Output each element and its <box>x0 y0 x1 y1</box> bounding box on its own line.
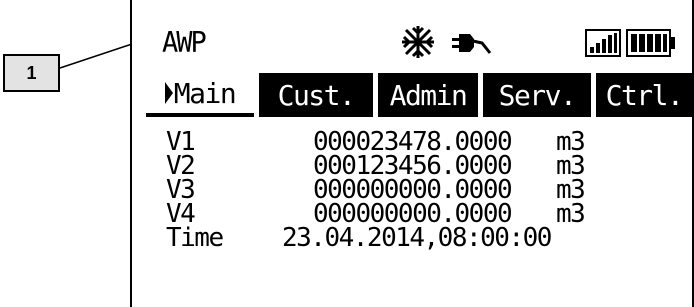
reading-unit: m3 <box>556 199 586 229</box>
signal-strength-icon <box>585 29 621 57</box>
menu-tabs: Main Cust. Admin Serv. Ctrl. <box>146 73 692 117</box>
tab-main-label: Main <box>173 76 237 110</box>
time-label: Time <box>166 223 224 253</box>
mode-label: AWP <box>162 27 207 60</box>
tab-admin-label: Admin <box>389 78 468 112</box>
lcd-screen: AWP Main Cust. Admin Serv. Ctrl. V1 0000… <box>130 0 694 307</box>
tab-cust[interactable]: Cust. <box>259 73 373 117</box>
tab-admin[interactable]: Admin <box>378 73 478 117</box>
callout-marker: 1 <box>3 54 60 92</box>
snowflake-icon <box>402 26 434 58</box>
battery-icon <box>626 29 675 57</box>
time-value: 23.04.2014,08:00:00 <box>282 223 552 253</box>
callout-number: 1 <box>26 62 37 83</box>
time-row: Time 23.04.2014,08:00:00 <box>166 223 686 253</box>
tab-ctrl-label: Ctrl. <box>605 78 684 112</box>
tab-ctrl[interactable]: Ctrl. <box>596 73 692 117</box>
tab-serv[interactable]: Serv. <box>483 73 591 117</box>
active-tab-marker-icon <box>164 82 173 104</box>
status-bar: AWP <box>162 26 682 67</box>
tab-main[interactable]: Main <box>146 73 254 117</box>
volume-readings: V1 000023478.0000 m3 V2 000123456.0000 m… <box>166 129 686 253</box>
tab-cust-label: Cust. <box>277 78 356 112</box>
tab-serv-label: Serv. <box>498 78 577 112</box>
plug-icon <box>452 34 492 54</box>
